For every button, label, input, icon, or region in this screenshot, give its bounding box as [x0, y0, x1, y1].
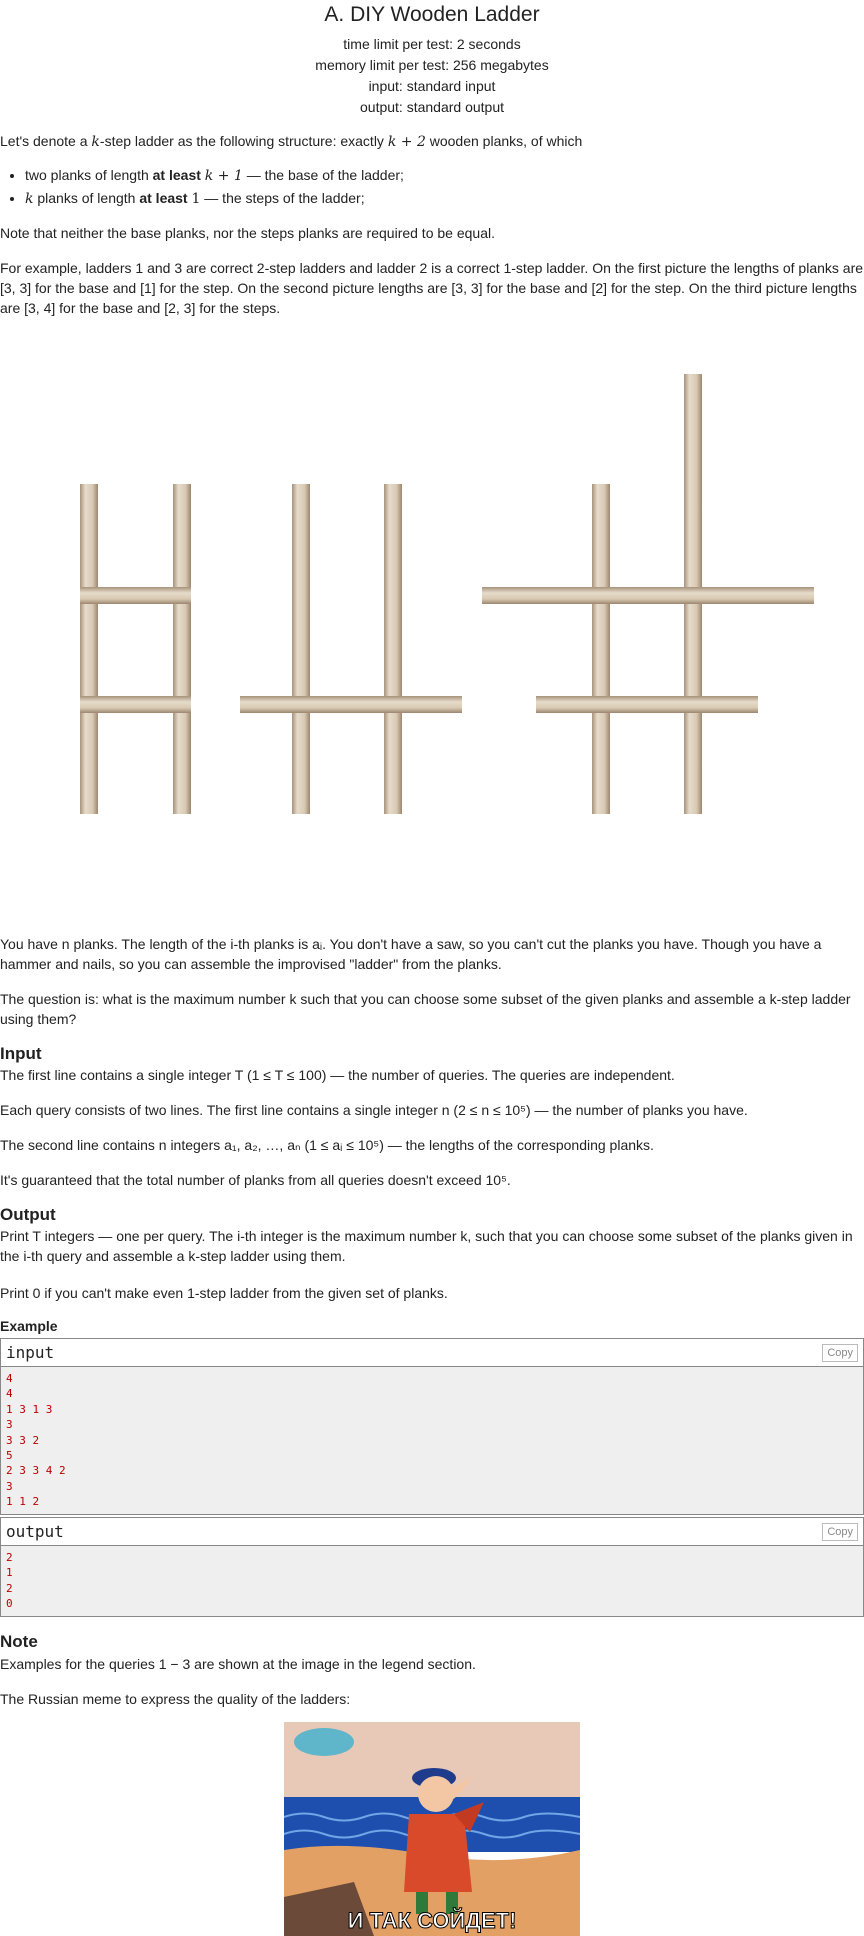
- copy-output-button[interactable]: Copy: [822, 1523, 858, 1541]
- meme-cartoon: И ТАК СОЙДЕТ!: [284, 1722, 580, 1936]
- ladder-definition-list: two planks of length at least k + 1 — th…: [0, 165, 864, 211]
- input-file: input: standard input: [368, 78, 496, 94]
- note-heading: Note: [0, 1632, 38, 1651]
- note-equal-paragraph: Note that neither the base planks, nor t…: [0, 225, 495, 241]
- output-p2: Print 0 if you can't make even 1-step la…: [0, 1285, 448, 1301]
- example-heading: Example: [0, 1318, 58, 1334]
- meme-image: И ТАК СОЙДЕТ!: [284, 1722, 580, 1936]
- example-output-box: output Copy 2 1 2 0: [0, 1517, 864, 1617]
- question-paragraph: The question is: what is the maximum num…: [0, 991, 851, 1027]
- input-p3: The second line contains n integers a₁, …: [0, 1137, 654, 1153]
- output-p1: Print T integers — one per query. The i-…: [0, 1228, 853, 1264]
- note-p2: The Russian meme to express the quality …: [0, 1691, 351, 1707]
- time-limit: time limit per test: 2 seconds: [343, 36, 521, 52]
- list-item: k planks of length at least 1 — the step…: [25, 188, 864, 209]
- planks-paragraph: You have n planks. The length of the i-t…: [0, 936, 822, 972]
- ladder-1: [80, 484, 191, 814]
- output-box-title: output Copy: [1, 1518, 863, 1546]
- note-p1: Examples for the queries 1 − 3 are shown…: [0, 1656, 476, 1672]
- output-heading: Output: [0, 1205, 56, 1224]
- copy-input-button[interactable]: Copy: [822, 1344, 858, 1362]
- problem-title: A. DIY Wooden Ladder: [324, 3, 540, 26]
- ladder-3: [482, 374, 814, 814]
- input-box-title: input Copy: [1, 1339, 863, 1367]
- input-heading: Input: [0, 1044, 42, 1063]
- meme-caption: И ТАК СОЙДЕТ!: [348, 1908, 517, 1933]
- input-p1: The first line contains a single integer…: [0, 1067, 675, 1083]
- example-paragraph: For example, ladders 1 and 3 are correct…: [0, 260, 864, 316]
- problem-header: A. DIY Wooden Ladder time limit per test…: [0, 0, 864, 118]
- ladder-2: [240, 484, 462, 814]
- example-input-box: input Copy 4 4 1 3 1 3 3 3 3 2 5 2 3 3 4…: [0, 1338, 864, 1515]
- example-output-text: 2 1 2 0: [6, 1551, 13, 1611]
- ladder-illustration: [80, 374, 814, 814]
- example-input-text: 4 4 1 3 1 3 3 3 3 2 5 2 3 3 4 2 3 1 1 2: [6, 1372, 66, 1509]
- list-item: two planks of length at least k + 1 — th…: [25, 165, 864, 186]
- memory-limit: memory limit per test: 256 megabytes: [315, 57, 549, 73]
- intro-paragraph: Let's denote a k-step ladder as the foll…: [0, 133, 583, 150]
- problem-page: A. DIY Wooden Ladder time limit per test…: [0, 0, 864, 1936]
- input-p4: It's guaranteed that the total number of…: [0, 1172, 511, 1188]
- output-file: output: standard output: [360, 99, 504, 115]
- input-p2: Each query consists of two lines. The fi…: [0, 1102, 748, 1118]
